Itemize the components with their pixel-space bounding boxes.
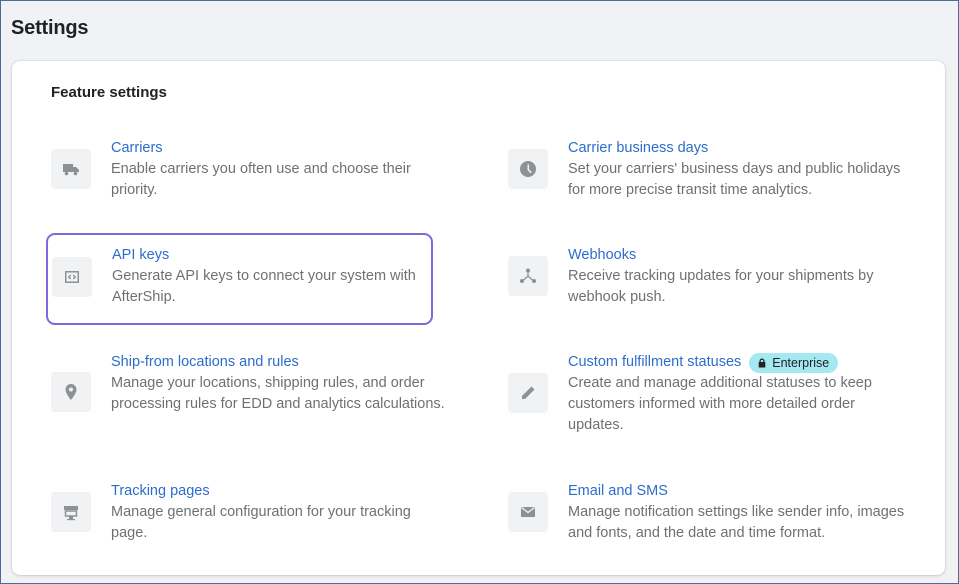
page-title: Settings [11,17,89,39]
enterprise-badge: Enterprise [749,352,839,373]
setting-title[interactable]: Tracking pages [111,481,451,502]
setting-ship-from-locations[interactable]: Ship-from locations and rules Manage you… [51,352,451,436]
setting-custom-fulfillment-statuses[interactable]: Custom fulfillment statuses Enterprise C… [508,352,908,436]
setting-title[interactable]: Webhooks [568,245,908,266]
setting-carrier-business-days[interactable]: Carrier business days Set your carriers'… [508,138,908,202]
code-icon [52,257,92,297]
setting-title[interactable]: Email and SMS [568,481,908,502]
pencil-icon [508,373,548,413]
setting-description: Enable carriers you often use and choose… [111,161,411,198]
setting-description: Manage general configuration for your tr… [111,504,411,541]
setting-title[interactable]: Custom fulfillment statuses [568,352,741,373]
setting-description: Manage notification settings like sender… [568,504,905,541]
setting-tracking-pages[interactable]: Tracking pages Manage general configurat… [51,481,451,545]
setting-email-and-sms[interactable]: Email and SMS Manage notification settin… [508,481,908,545]
setting-description: Generate API keys to connect your system… [112,268,416,305]
setting-description: Set your carriers' business days and pub… [568,161,901,198]
webhook-icon [508,256,548,296]
setting-title[interactable]: Carrier business days [568,138,908,159]
lock-icon [758,358,766,367]
badge-label: Enterprise [772,355,830,370]
envelope-icon [508,492,548,532]
clock-icon [508,149,548,189]
feature-settings-card: Feature settings Carriers Enable carrier… [12,61,945,575]
storefront-icon [51,492,91,532]
setting-webhooks[interactable]: Webhooks Receive tracking updates for yo… [508,245,908,309]
setting-carriers[interactable]: Carriers Enable carriers you often use a… [51,138,451,202]
setting-description: Create and manage additional statuses to… [568,375,872,433]
truck-icon [51,149,91,189]
location-pin-icon [51,372,91,412]
setting-description: Receive tracking updates for your shipme… [568,268,874,305]
setting-description: Manage your locations, shipping rules, a… [111,375,445,412]
setting-title[interactable]: Carriers [111,138,451,159]
setting-title[interactable]: Ship-from locations and rules [111,352,451,373]
setting-title[interactable]: API keys [112,245,431,266]
setting-api-keys[interactable]: API keys Generate API keys to connect yo… [46,233,433,325]
card-title: Feature settings [51,84,167,101]
